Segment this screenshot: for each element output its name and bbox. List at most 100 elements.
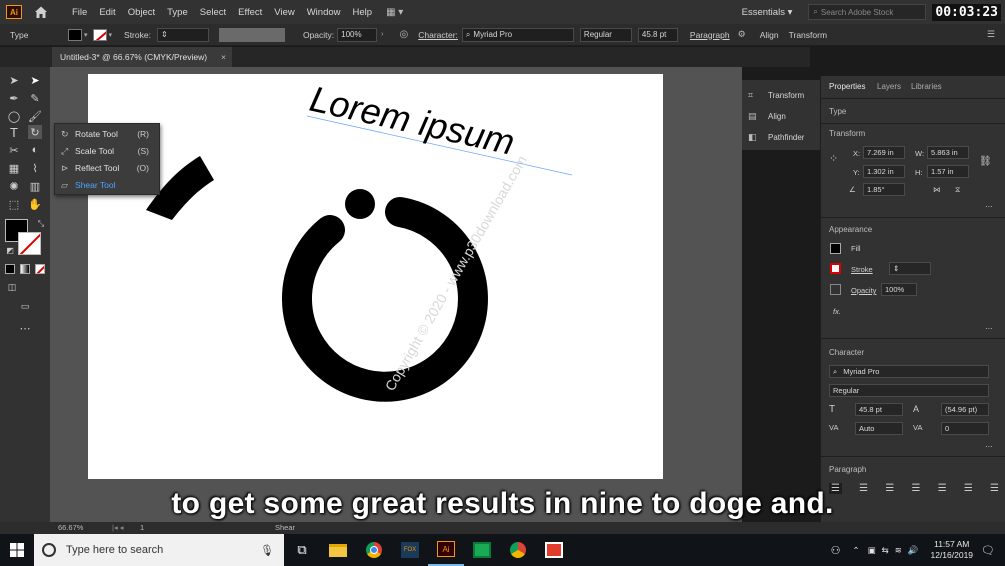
flip-vertical-icon[interactable]: ⧖	[955, 185, 960, 195]
flyout-scale-tool[interactable]: ⤢ Scale Tool (S)	[61, 143, 157, 159]
flyout-reflect-tool[interactable]: ⊳ Reflect Tool (O)	[61, 160, 157, 176]
opacity-arrow[interactable]: ›	[381, 31, 383, 38]
system-clock[interactable]: 11:57 AM 12/16/2019	[930, 539, 973, 561]
menu-help[interactable]: Help	[347, 7, 379, 18]
stroke-color-box[interactable]	[18, 232, 41, 255]
reference-point-icon[interactable]: ⁘	[829, 152, 838, 165]
menu-effect[interactable]: Effect	[232, 7, 268, 18]
font-size-field[interactable]: 45.8 pt	[855, 403, 903, 416]
paragraph-label[interactable]: Paragraph	[690, 30, 730, 40]
foxit-icon[interactable]: FOX	[392, 534, 428, 566]
pen-tool-icon[interactable]: ✒	[7, 91, 21, 105]
stroke-swatch-panel[interactable]	[830, 263, 841, 274]
swap-colors-icon[interactable]: ⤡	[34, 217, 48, 231]
character-label[interactable]: Character:	[418, 30, 458, 40]
default-colors-icon[interactable]: ◩	[3, 243, 17, 257]
recolor-icon[interactable]: ◎	[400, 29, 409, 40]
more-options-icon[interactable]: ⋯	[985, 202, 993, 211]
font-style-field[interactable]: Regular	[829, 384, 989, 397]
adobe-stock-search[interactable]: ⌕ Search Adobe Stock	[808, 4, 927, 20]
screen-mode-icon[interactable]: ▭	[18, 299, 32, 313]
character-more-icon[interactable]: ⋯	[985, 442, 993, 451]
type-tool-icon[interactable]: T	[7, 125, 21, 140]
paintbrush-tool-icon[interactable]: 🖌	[28, 109, 42, 123]
panel-options-icon[interactable]: ☰	[987, 29, 995, 40]
opacity-field[interactable]: 100%	[337, 27, 378, 42]
stroke-dropdown[interactable]: ▾	[109, 31, 113, 39]
constrain-proportions-icon[interactable]: ⛓	[979, 156, 992, 167]
fx-icon[interactable]: fx.	[833, 307, 841, 316]
selection-tool-icon[interactable]: ➤	[7, 73, 21, 87]
draw-mode-icon[interactable]: ◫	[5, 280, 19, 294]
font-size-field[interactable]: 45.8 pt	[637, 27, 678, 42]
wifi-icon[interactable]: ≋	[895, 545, 902, 556]
people-icon[interactable]: ⚇	[831, 544, 841, 557]
x-field[interactable]: 7.269 in	[863, 146, 905, 159]
graph-tool-icon[interactable]: ▥	[28, 179, 42, 193]
menu-object[interactable]: Object	[122, 7, 161, 18]
font-style-field[interactable]: Regular	[579, 27, 632, 42]
recorder-icon[interactable]	[536, 534, 572, 566]
hand-tool-icon[interactable]: ✋	[28, 197, 42, 211]
chrome-profile-icon[interactable]	[500, 534, 536, 566]
close-tab-icon[interactable]: ×	[221, 52, 226, 62]
notifications-icon[interactable]: 🗨	[981, 544, 995, 557]
eyedropper-tool-icon[interactable]: ⌇	[28, 161, 42, 175]
text-align-icon[interactable]: ⚙	[738, 29, 746, 40]
edit-toolbar-icon[interactable]: ⋯	[18, 321, 32, 335]
none-mode-button[interactable]	[35, 264, 45, 274]
artboard[interactable]: Lorem ipsum Copyright © 2020 - www.p30do…	[88, 74, 663, 479]
artboard-tool-icon[interactable]: ⬚	[7, 197, 21, 211]
flyout-rotate-tool[interactable]: ↻ Rotate Tool (R)	[61, 126, 157, 142]
camtasia-icon[interactable]	[464, 534, 500, 566]
menu-window[interactable]: Window	[301, 7, 347, 18]
fill-swatch[interactable]	[68, 28, 82, 41]
tab-properties[interactable]: Properties	[829, 82, 865, 91]
align-label[interactable]: Align	[760, 30, 779, 40]
symbol-sprayer-tool-icon[interactable]: ✺	[7, 179, 21, 193]
width-tool-icon[interactable]: ✂	[7, 143, 21, 157]
menu-file[interactable]: File	[66, 7, 93, 18]
curvature-tool-icon[interactable]: ✎	[28, 91, 42, 105]
tracking-field[interactable]: 0	[941, 422, 989, 435]
windows-start-icon[interactable]	[0, 534, 34, 566]
tab-layers[interactable]: Layers	[877, 82, 901, 91]
arrange-documents-icon[interactable]: ▦ ▾	[386, 7, 403, 18]
menu-select[interactable]: Select	[194, 7, 232, 18]
opacity-label[interactable]: Opacity	[851, 286, 876, 295]
width-field[interactable]: 5.863 in	[927, 146, 969, 159]
stroke-weight-field[interactable]: ⇕	[889, 262, 931, 275]
mesh-tool-icon[interactable]: ▦	[7, 161, 21, 175]
task-view-icon[interactable]: ⧉	[284, 534, 320, 566]
artboard-number[interactable]: 1	[140, 523, 144, 532]
document-tab[interactable]: Untitled-3* @ 66.67% (CMYK/Preview) ×	[52, 47, 232, 67]
illustrator-taskbar-icon[interactable]: Ai	[428, 534, 464, 566]
artboard-navigation[interactable]: |◂ ◂	[112, 523, 124, 532]
volume-icon[interactable]: 🔊	[908, 545, 919, 556]
rotate-tool-icon[interactable]: ↻	[28, 125, 42, 139]
stroke-label[interactable]: Stroke	[851, 265, 873, 274]
tab-libraries[interactable]: Libraries	[911, 82, 942, 91]
network-icon[interactable]: ⇆	[882, 545, 889, 556]
opacity-field[interactable]: 100%	[881, 283, 917, 296]
kerning-field[interactable]: Auto	[855, 422, 903, 435]
color-mode-button[interactable]	[5, 264, 15, 274]
file-explorer-icon[interactable]	[320, 534, 356, 566]
style-swatch[interactable]	[218, 27, 285, 42]
transform-label[interactable]: Transform	[789, 30, 827, 40]
dock-pathfinder[interactable]: ◧ Pathfinder	[748, 128, 804, 146]
menu-edit[interactable]: Edit	[93, 7, 121, 18]
display-icon[interactable]: ▣	[868, 545, 876, 556]
show-hidden-icons[interactable]: ⌃	[852, 545, 859, 556]
fill-dropdown[interactable]: ▾	[84, 31, 88, 39]
artwork[interactable]: Lorem ipsum Copyright © 2020 - www.p30do…	[88, 74, 663, 479]
height-field[interactable]: 1.57 in	[927, 165, 969, 178]
chrome-icon[interactable]	[356, 534, 392, 566]
gradient-mode-button[interactable]	[20, 264, 30, 274]
shape-builder-tool-icon[interactable]: ◐	[28, 143, 42, 157]
ellipse-tool-icon[interactable]: ◯	[7, 109, 21, 123]
menu-view[interactable]: View	[268, 7, 300, 18]
font-family-field[interactable]: ⌕ Myriad Pro	[461, 27, 574, 42]
rotate-field[interactable]: 1.85°	[863, 183, 905, 196]
microphone-icon[interactable]: 🎙	[260, 544, 274, 557]
